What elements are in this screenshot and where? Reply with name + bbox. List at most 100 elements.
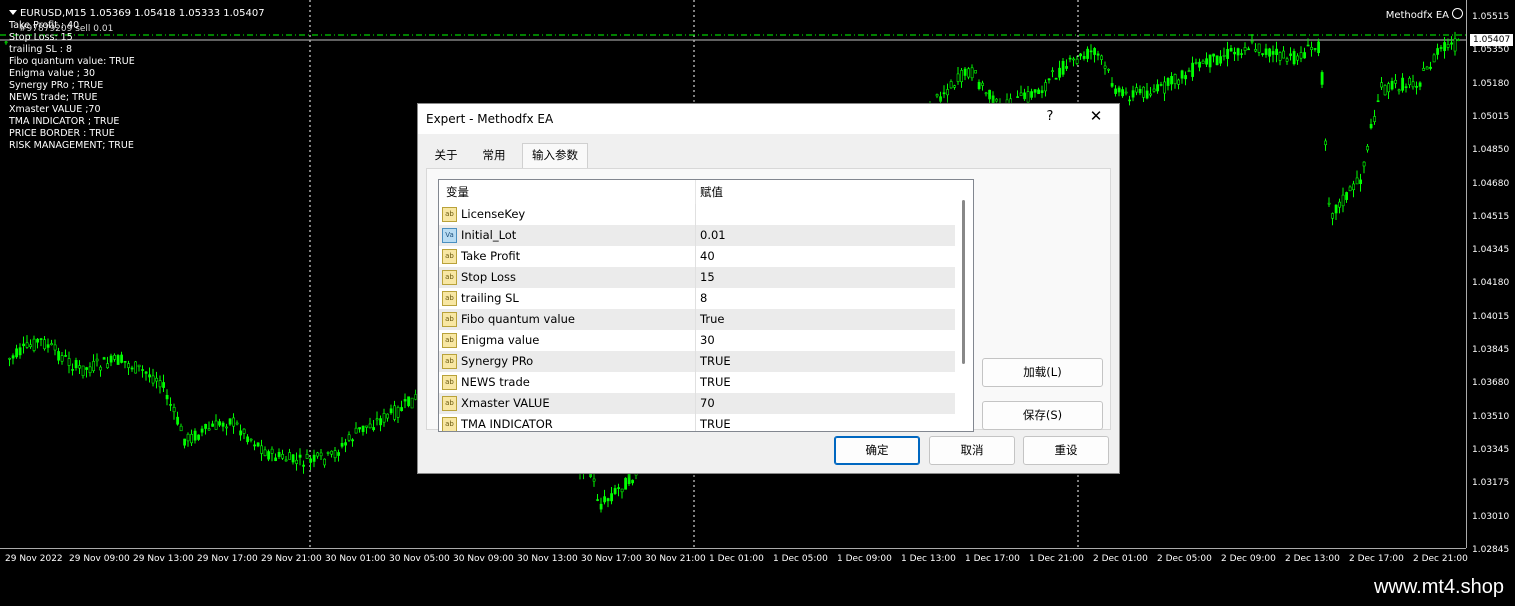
param-value[interactable]: 0.01 [700, 228, 726, 242]
param-value[interactable]: 70 [700, 396, 715, 410]
param-row[interactable]: ab LicenseKey [439, 204, 955, 225]
candle-body [1352, 183, 1356, 191]
candle-body [25, 342, 29, 348]
candle-body [596, 499, 600, 501]
close-button[interactable]: ✕ [1086, 107, 1106, 129]
candle-body [1212, 53, 1216, 57]
candle-body [407, 396, 411, 407]
candle-body [1275, 48, 1279, 55]
candle-body [1254, 49, 1258, 52]
price-label: 1.03680 [1472, 378, 1510, 389]
candle-body [1457, 39, 1461, 41]
column-header-variable[interactable]: 变量 [446, 184, 469, 200]
help-button[interactable]: ? [1042, 109, 1058, 129]
candle-body [1040, 90, 1044, 93]
row-divider [695, 246, 696, 267]
candle-body [74, 360, 78, 369]
candle-body [1436, 48, 1440, 55]
candle-body [624, 477, 628, 490]
candle-body [1075, 58, 1079, 64]
candle-body [39, 338, 43, 340]
row-divider [695, 351, 696, 372]
param-value[interactable]: 30 [700, 333, 715, 347]
column-header-value[interactable]: 赋值 [700, 184, 723, 200]
candle-body [1072, 58, 1076, 61]
param-row[interactable]: ab Fibo quantum value True [439, 309, 955, 330]
candle-body [1278, 52, 1282, 61]
time-label: 29 Nov 17:00 [197, 554, 258, 564]
param-value[interactable]: TRUE [700, 354, 731, 368]
param-value[interactable]: True [700, 312, 724, 326]
candle-body [617, 487, 621, 489]
candle-body [260, 445, 264, 454]
candle-body [1401, 77, 1405, 91]
ok-button[interactable]: 确定 [834, 436, 920, 465]
dialog-titlebar[interactable]: Expert - Methodfx EA ? ✕ [418, 104, 1119, 134]
candle-body [1061, 61, 1065, 75]
tab-about[interactable]: 关于 [426, 144, 466, 166]
candle-body [375, 418, 379, 421]
candle-body [1191, 62, 1195, 77]
ea-name-label[interactable]: Methodfx EA [1386, 8, 1463, 21]
candle-body [1033, 89, 1037, 93]
candle-body [333, 450, 337, 459]
candle-body [974, 70, 978, 74]
dropdown-triangle-icon[interactable] [9, 10, 17, 15]
cancel-button[interactable]: 取消 [929, 436, 1015, 465]
param-value[interactable]: 40 [700, 249, 715, 263]
param-name: Stop Loss [461, 270, 517, 284]
param-row[interactable]: Va Initial_Lot 0.01 [439, 225, 955, 246]
param-row[interactable]: ab TMA INDICATOR TRUE [439, 414, 955, 431]
tab-common[interactable]: 常用 [474, 144, 514, 166]
param-row[interactable]: ab Stop Loss 15 [439, 267, 955, 288]
candle-body [1408, 77, 1412, 86]
param-value[interactable]: 15 [700, 270, 715, 284]
price-label: 1.04345 [1472, 245, 1510, 256]
candle-body [1082, 56, 1086, 59]
price-axis[interactable]: 1.05515 1.05350 1.05180 1.05015 1.04850 1.046… [1466, 0, 1515, 555]
param-row[interactable]: ab Take Profit 40 [439, 246, 955, 267]
reset-button[interactable]: 重设 [1023, 436, 1109, 465]
param-name: NEWS trade [461, 375, 530, 389]
price-label: 1.03510 [1472, 411, 1510, 422]
info-line: TMA INDICATOR ; TRUE [9, 116, 120, 127]
candle-body [1128, 99, 1132, 102]
candle-body [120, 354, 124, 363]
tab-inputs[interactable]: 输入参数 [522, 143, 588, 168]
scrollbar-thumb[interactable] [962, 200, 965, 364]
param-value[interactable]: 8 [700, 291, 707, 305]
candle-body [1348, 186, 1352, 192]
load-button[interactable]: 加载(L) [982, 358, 1103, 387]
candle-body [620, 488, 624, 493]
time-axis[interactable]: 29 Nov 2022 29 Nov 09:00 29 Nov 13:00 29 No… [0, 548, 1468, 573]
param-value[interactable]: TRUE [700, 375, 731, 389]
candle-body [382, 413, 386, 423]
candle-body [183, 438, 187, 446]
candle-body [1107, 68, 1111, 71]
param-row[interactable]: ab trailing SL 8 [439, 288, 955, 309]
param-row[interactable]: ab NEWS trade TRUE [439, 372, 955, 393]
time-label: 29 Nov 21:00 [261, 554, 322, 564]
candle-body [1327, 202, 1331, 205]
candle-body [85, 367, 89, 370]
param-value[interactable]: TRUE [700, 417, 731, 431]
candle-body [1418, 82, 1422, 87]
param-row[interactable]: ab Synergy PRo TRUE [439, 351, 955, 372]
time-label: 29 Nov 13:00 [133, 554, 194, 564]
price-label: 1.02845 [1472, 544, 1510, 555]
time-label: 30 Nov 17:00 [581, 554, 642, 564]
parameters-grid[interactable]: 变量 赋值 ab LicenseKey Va Initial_Lot 0.01 ab Tak… [438, 179, 974, 432]
candle-body [1184, 75, 1188, 80]
candle-body [267, 451, 271, 460]
price-label: 1.04180 [1472, 278, 1510, 289]
time-label: 30 Nov 05:00 [389, 554, 450, 564]
candle-body [1310, 47, 1314, 50]
param-row[interactable]: ab Enigma value 30 [439, 330, 955, 351]
param-row[interactable]: ab Xmaster VALUE 70 [439, 393, 955, 414]
row-divider [695, 330, 696, 351]
grid-scrollbar[interactable] [955, 180, 972, 431]
candle-body [963, 68, 967, 76]
time-label: 1 Dec 17:00 [965, 554, 1020, 564]
save-button[interactable]: 保存(S) [982, 401, 1103, 430]
column-divider[interactable] [695, 180, 696, 204]
